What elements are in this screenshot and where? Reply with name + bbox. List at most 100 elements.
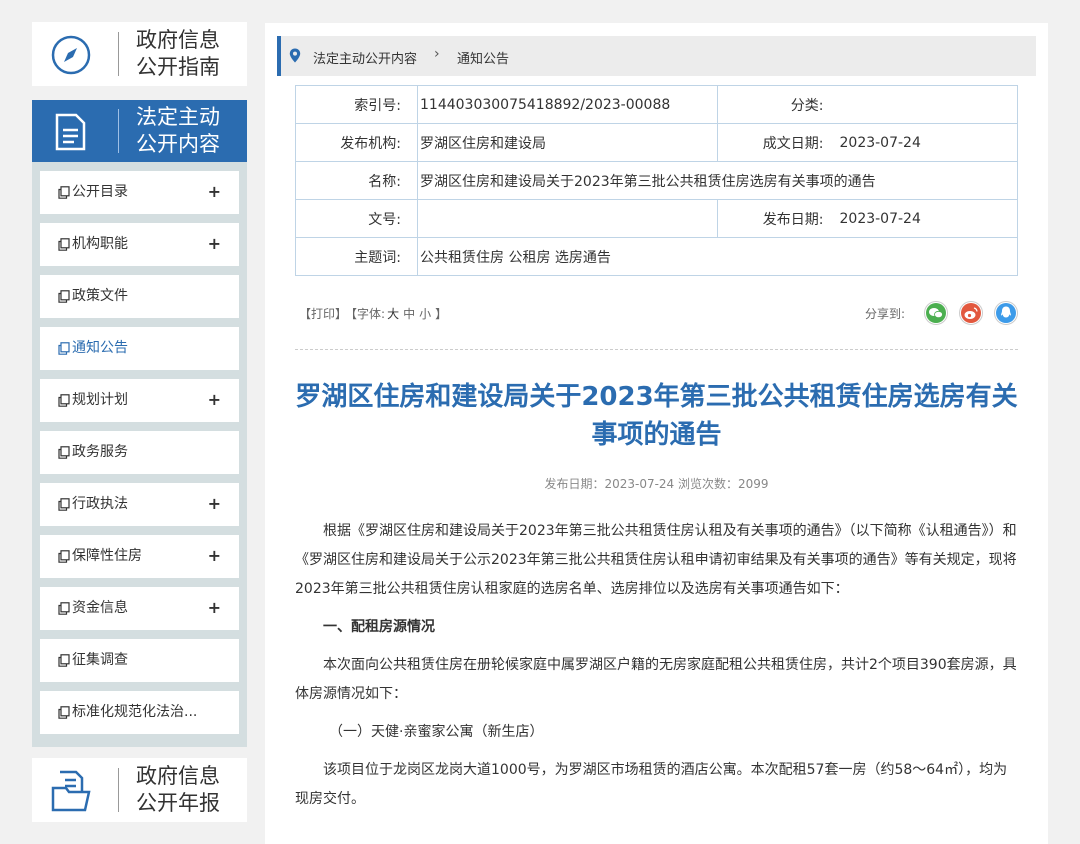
print-button[interactable]: 【打印】 [299, 307, 347, 321]
sidebar-item-enforcement[interactable]: 行政执法 + [40, 483, 239, 526]
copy-icon [58, 602, 70, 615]
weibo-icon[interactable] [959, 301, 984, 325]
divider [295, 349, 1018, 350]
expand-icon[interactable]: + [208, 234, 221, 254]
created-label: 成文日期: [717, 123, 840, 162]
name-label: 名称: [295, 161, 418, 200]
location-pin-icon [289, 48, 301, 63]
name-value: 罗湖区住房和建设局关于2023年第三批公共租赁住房选房有关事项的通告 [417, 161, 1018, 200]
nav-panel: 公开目录 + 机构职能 + 政策文件 通知公告 规划计划 + 政务服务 行政执法 [32, 162, 247, 747]
sidebar-item-funds[interactable]: 资金信息 + [40, 587, 239, 630]
sidebar-item-label: 行政执法 [72, 496, 128, 512]
sidebar-item-label: 公开目录 [72, 184, 128, 200]
annual-report-link[interactable]: 政府信息公开年报 [32, 758, 247, 822]
pubdate-value: 2023-07-24 [839, 199, 1018, 238]
article-meta: 发布日期：2023-07-24 浏览次数：2099 [544, 477, 769, 491]
sidebar-item-label: 通知公告 [72, 340, 128, 356]
copy-icon [58, 706, 70, 719]
compass-icon [50, 34, 92, 76]
table-row: 索引号: 11440303007541889​2/2023-00088 分类: [295, 85, 1018, 124]
document-icon [52, 112, 90, 152]
sidebar-item-policy[interactable]: 政策文件 [40, 275, 239, 318]
table-row: 主题词: 公共租赁住房 公租房 选房通告 [295, 237, 1018, 276]
breadcrumb: 法定主动公开内容 › 通知公告 [277, 36, 1036, 76]
paragraph: 本次面向公共租赁住房在册轮候家庭中属罗湖区户籍的无房家庭配租公共租赁住房，共计2… [295, 657, 1017, 702]
main-content: 法定主动公开内容 › 通知公告 索引号: 11440303007541889​2… [265, 23, 1048, 844]
share-label: 分享到: [865, 307, 906, 321]
category-value [839, 85, 1018, 124]
statutory-title: 法定主动公开内容 [136, 105, 220, 156]
keywords-value: 公共租赁住房 公租房 选房通告 [417, 237, 1018, 276]
copy-icon [58, 498, 70, 511]
sidebar-item-label: 规划计划 [72, 392, 128, 408]
sidebar-item-label: 保障性住房 [72, 548, 142, 564]
copy-icon [58, 550, 70, 563]
sidebar-item-label: 政务服务 [72, 444, 128, 460]
keywords-label: 主题词: [295, 237, 418, 276]
sidebar-item-housing[interactable]: 保障性住房 + [40, 535, 239, 578]
sidebar-item-label: 政策文件 [72, 288, 128, 304]
sidebar-item-label: 资金信息 [72, 600, 128, 616]
docno-label: 文号: [295, 199, 418, 238]
font-large-button[interactable]: 大 [387, 307, 399, 321]
sidebar-item-label: 机构职能 [72, 236, 128, 252]
expand-icon[interactable]: + [208, 182, 221, 202]
divider [118, 109, 119, 153]
article-title: 罗湖区住房和建设局关于2023年第三批公共租赁住房选房有关事项的通告 [295, 382, 1018, 450]
pubdate-label: 发布日期: [717, 199, 840, 238]
copy-icon [58, 186, 70, 199]
copy-icon [58, 654, 70, 667]
sidebar-item-catalog[interactable]: 公开目录 + [40, 171, 239, 214]
article-body: 根据《罗湖区住房和建设局关于2023年第三批公共租赁住房认租及有关事项的通告》（… [295, 517, 1018, 823]
sidebar-item-label: 标准化规范化法治... [72, 704, 198, 720]
statutory-content-header[interactable]: 法定主动公开内容 [32, 100, 247, 162]
wechat-icon[interactable] [924, 301, 948, 325]
publisher-label: 发布机构: [295, 123, 418, 162]
page-tools: 【打印】 【字体: 大中小】 [299, 305, 451, 322]
index-value: 11440303007541889​2/2023-00088 [417, 85, 718, 124]
section-heading: 一、配租房源情况 [323, 619, 435, 635]
category-label: 分类: [717, 85, 840, 124]
expand-icon[interactable]: + [208, 546, 221, 566]
index-label: 索引号: [295, 85, 418, 124]
sidebar-item-functions[interactable]: 机构职能 + [40, 223, 239, 266]
table-row: 名称: 罗湖区住房和建设局关于2023年第三批公共租赁住房选房有关事项的通告 [295, 161, 1018, 200]
table-row: 文号: 发布日期: 2023-07-24 [295, 199, 1018, 238]
expand-icon[interactable]: + [208, 494, 221, 514]
font-medium-button[interactable]: 中 [403, 307, 415, 321]
expand-icon[interactable]: + [208, 598, 221, 618]
font-size-suffix: 】 [435, 307, 448, 321]
share-icons [924, 301, 1024, 325]
copy-icon [58, 446, 70, 459]
guide-link[interactable]: 政府信息公开指南 [32, 22, 247, 86]
paragraph: 该项目位于龙岗区龙岗大道1000号，为罗湖区市场租赁的酒店公寓。本次配租57套一… [295, 762, 1008, 807]
expand-icon[interactable]: + [208, 390, 221, 410]
publisher-value: 罗湖区住房和建设局 [417, 123, 718, 162]
font-size-prefix: 【字体: [351, 307, 386, 321]
paragraph: （一）天健·亲蜜家公寓（新生店） [329, 724, 544, 740]
divider [118, 768, 119, 812]
table-row: 发布机构: 罗湖区住房和建设局 成文日期: 2023-07-24 [295, 123, 1018, 162]
created-value: 2023-07-24 [839, 123, 1018, 162]
annual-title: 政府信息公开年报 [136, 764, 220, 815]
font-small-button[interactable]: 小 [419, 307, 431, 321]
qq-icon[interactable] [994, 301, 1019, 325]
breadcrumb-statutory[interactable]: 法定主动公开内容 [313, 48, 417, 67]
sidebar-item-label: 征集调查 [72, 652, 128, 668]
sidebar-item-notices[interactable]: 通知公告 [40, 327, 239, 370]
docno-value [417, 199, 718, 238]
paragraph: 根据《罗湖区住房和建设局关于2023年第三批公共租赁住房认租及有关事项的通告》（… [295, 523, 1017, 597]
breadcrumb-notices[interactable]: 通知公告 [457, 48, 509, 67]
copy-icon [58, 290, 70, 303]
sidebar-item-survey[interactable]: 征集调查 [40, 639, 239, 682]
folder-document-icon [50, 768, 92, 814]
meta-table: 索引号: 11440303007541889​2/2023-00088 分类: … [295, 85, 1018, 276]
divider [118, 32, 119, 76]
sidebar-item-standardization[interactable]: 标准化规范化法治... [40, 691, 239, 734]
sidebar-item-services[interactable]: 政务服务 [40, 431, 239, 474]
breadcrumb-separator: › [434, 46, 440, 62]
sidebar-item-planning[interactable]: 规划计划 + [40, 379, 239, 422]
copy-icon [58, 238, 70, 251]
copy-icon [58, 342, 70, 355]
guide-title: 政府信息公开指南 [136, 28, 220, 79]
